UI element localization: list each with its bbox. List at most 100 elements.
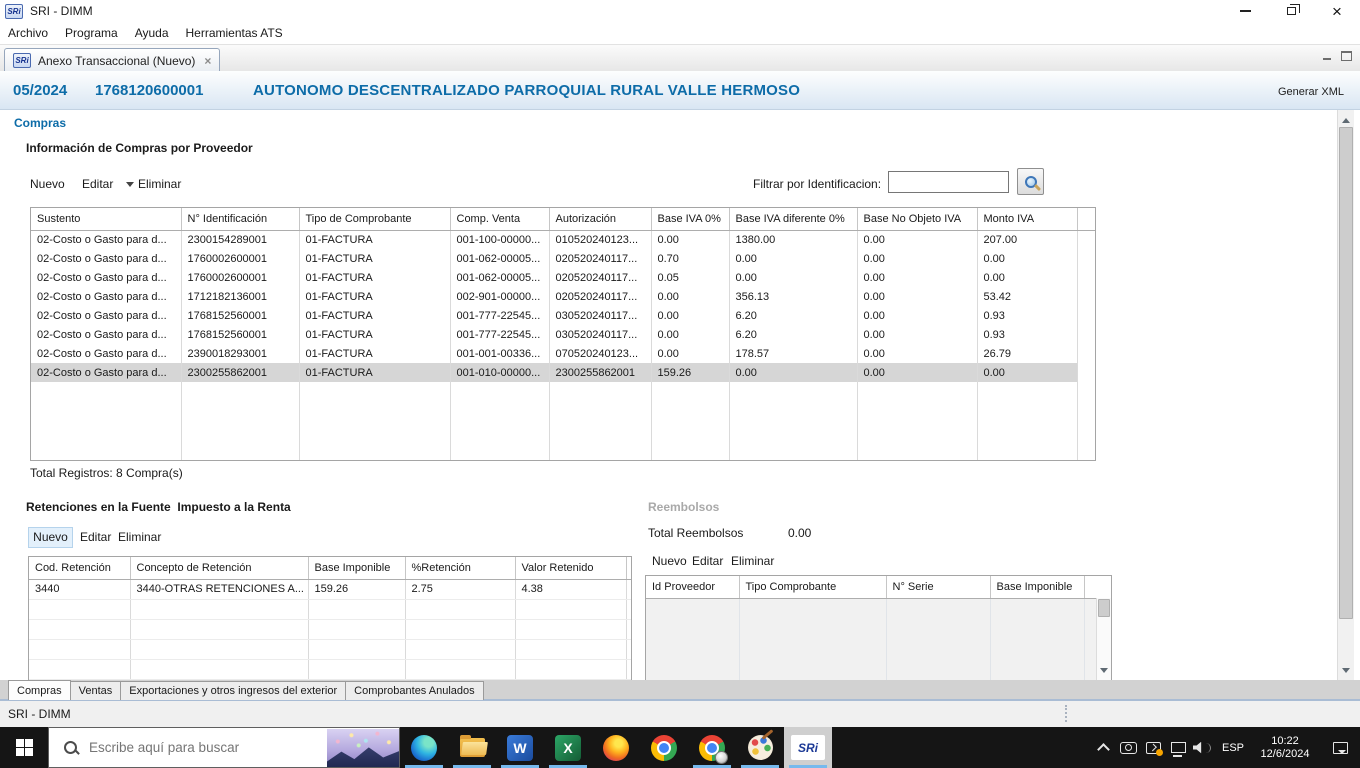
retenciones-col-header[interactable]: Valor Retenido — [515, 557, 626, 579]
taskbar-apps: WX SRi — [400, 727, 832, 768]
reembolsos-scrollbar-thumb[interactable] — [1098, 599, 1110, 617]
compras-row[interactable]: 02-Costo o Gasto para d...17681525600010… — [31, 325, 1096, 344]
scrollbar-thumb[interactable] — [1339, 127, 1353, 619]
reembolsos-scrollbar[interactable] — [1096, 598, 1111, 680]
chrome-icon — [651, 735, 677, 761]
tray-expand-icon[interactable] — [1090, 741, 1116, 754]
reembolsos-nuevo-button[interactable]: Nuevo — [652, 551, 687, 571]
reembolsos-col-header[interactable]: Base Imponible — [990, 576, 1084, 598]
tab-anexo-transaccional[interactable]: SRi Anexo Transaccional (Nuevo) — [4, 48, 220, 72]
window-restore-button[interactable] — [1268, 0, 1314, 22]
reembolsos-col-header[interactable]: N° Serie — [886, 576, 990, 598]
compras-cell: 1712182136001 — [181, 287, 299, 306]
view-maximize-icon[interactable] — [1341, 51, 1352, 61]
retenciones-empty-row — [29, 599, 632, 619]
compras-nuevo-button[interactable]: Nuevo — [30, 174, 65, 194]
compras-editar-button[interactable]: Editar — [82, 174, 113, 194]
tab-close-icon[interactable] — [204, 54, 211, 68]
reembolsos-col-header[interactable]: Tipo Comprobante — [739, 576, 886, 598]
filter-search-button[interactable] — [1017, 168, 1044, 195]
reembolsos-editar-button[interactable]: Editar — [692, 551, 723, 571]
compras-col-header[interactable]: Base No Objeto IVA — [857, 208, 977, 230]
window-minimize-button[interactable] — [1222, 0, 1268, 22]
camera-icon[interactable] — [1116, 742, 1141, 754]
reembolsos-col-header[interactable]: Id Proveedor — [646, 576, 739, 598]
volume-icon[interactable] — [1190, 741, 1216, 755]
compras-row[interactable]: 02-Costo o Gasto para d...17681525600010… — [31, 306, 1096, 325]
taxpayer-name: AUTONOMO DESCENTRALIZADO PARROQUIAL RURA… — [253, 82, 800, 99]
window-controls — [1222, 0, 1360, 22]
compras-cell: 2300255862001 — [549, 363, 651, 382]
taskbar-app-paint[interactable] — [736, 727, 784, 768]
taskbar-app-edge[interactable] — [400, 727, 448, 768]
screen-share-update-icon[interactable] — [1141, 742, 1166, 754]
status-bar: SRI - DIMM — [0, 701, 1360, 727]
compras-title: Información de Compras por Proveedor — [26, 141, 253, 155]
taskbar-app-file-explorer[interactable] — [448, 727, 496, 768]
menu-herramientas-ats[interactable]: Herramientas ATS — [186, 26, 283, 40]
paint-icon — [748, 735, 773, 760]
scroll-down-icon[interactable] — [1338, 664, 1354, 680]
compras-col-header[interactable]: N° Identificación — [181, 208, 299, 230]
compras-row[interactable]: 02-Costo o Gasto para d...17600026000010… — [31, 249, 1096, 268]
search-highlight-image[interactable] — [327, 729, 399, 768]
retenciones-col-header[interactable]: Base Imponible — [308, 557, 405, 579]
menu-programa[interactable]: Programa — [65, 26, 118, 40]
tab-comprobantes-anulados[interactable]: Comprobantes Anulados — [346, 681, 483, 700]
compras-eliminar-button[interactable]: Eliminar — [138, 174, 181, 194]
compras-col-header[interactable]: Comp. Venta — [450, 208, 549, 230]
tab-exportaciones[interactable]: Exportaciones y otros ingresos del exter… — [121, 681, 346, 700]
taskbar-app-chrome[interactable] — [640, 727, 688, 768]
compras-col-header[interactable]: Monto IVA — [977, 208, 1077, 230]
menu-ayuda[interactable]: Ayuda — [135, 26, 169, 40]
menu-archivo[interactable]: Archivo — [8, 26, 48, 40]
tab-ventas[interactable]: Ventas — [71, 681, 122, 700]
compras-cell: 0.00 — [857, 344, 977, 363]
taskbar-app-firefox[interactable] — [592, 727, 640, 768]
taskbar-search-input[interactable] — [89, 740, 269, 755]
compras-cell: 26.79 — [977, 344, 1077, 363]
language-indicator[interactable]: ESP — [1216, 742, 1250, 754]
compras-row[interactable]: 02-Costo o Gasto para d...23900182930010… — [31, 344, 1096, 363]
taskbar-app-sri-dimm[interactable]: SRi — [784, 727, 832, 768]
compras-row[interactable]: 02-Costo o Gasto para d...23002558620010… — [31, 363, 1096, 382]
retenciones-row[interactable]: 34403440-OTRAS RETENCIONES A...159.262.7… — [29, 579, 632, 599]
compras-row[interactable]: 02-Costo o Gasto para d...17600026000010… — [31, 268, 1096, 287]
compras-col-header[interactable]: Base IVA 0% — [651, 208, 729, 230]
compras-col-header[interactable]: Tipo de Comprobante — [299, 208, 450, 230]
filter-identificacion-input[interactable] — [888, 171, 1009, 193]
retenciones-col-header[interactable]: %Retención — [405, 557, 515, 579]
retenciones-nuevo-button[interactable]: Nuevo — [28, 527, 73, 548]
compras-col-header[interactable]: Base IVA diferente 0% — [729, 208, 857, 230]
editar-dropdown-caret-icon[interactable] — [126, 182, 134, 191]
retenciones-editar-button[interactable]: Editar — [80, 527, 111, 547]
compras-col-header[interactable]: Sustento — [31, 208, 181, 230]
retenciones-col-header[interactable]: Cod. Retención — [29, 557, 130, 579]
scroll-up-icon[interactable] — [1338, 110, 1354, 126]
taskbar-search[interactable] — [48, 727, 400, 768]
clock[interactable]: 10:22 12/6/2024 — [1250, 735, 1320, 761]
retenciones-eliminar-button[interactable]: Eliminar — [118, 527, 161, 547]
file-explorer-icon — [460, 738, 485, 757]
reembolsos-eliminar-button[interactable]: Eliminar — [731, 551, 774, 571]
view-minimize-icon[interactable] — [1322, 51, 1333, 61]
retenciones-col-header[interactable]: Concepto de Retención — [130, 557, 308, 579]
taskbar-app-word[interactable]: W — [496, 727, 544, 768]
taskbar-app-excel[interactable]: X — [544, 727, 592, 768]
compras-row[interactable]: 02-Costo o Gasto para d...23001542890010… — [31, 230, 1096, 249]
compras-cell: 0.70 — [651, 249, 729, 268]
reembolsos-total-label: Total Reembolsos — [648, 526, 743, 540]
content-scrollbar[interactable] — [1337, 110, 1354, 680]
start-button[interactable] — [0, 727, 48, 768]
notification-center-icon[interactable] — [1320, 742, 1360, 754]
compras-col-header[interactable]: Autorización — [549, 208, 651, 230]
compras-cell: 001-001-00336... — [450, 344, 549, 363]
compras-row[interactable]: 02-Costo o Gasto para d...17121821360010… — [31, 287, 1096, 306]
compras-cell: 0.00 — [977, 363, 1077, 382]
reembolsos-scroll-down-icon[interactable] — [1097, 664, 1111, 680]
taskbar-app-chrome-profile[interactable] — [688, 727, 736, 768]
network-icon[interactable] — [1166, 742, 1190, 753]
tab-compras[interactable]: Compras — [8, 680, 71, 700]
window-close-button[interactable] — [1314, 0, 1360, 22]
generar-xml-button[interactable]: Generar XML — [1278, 86, 1344, 98]
